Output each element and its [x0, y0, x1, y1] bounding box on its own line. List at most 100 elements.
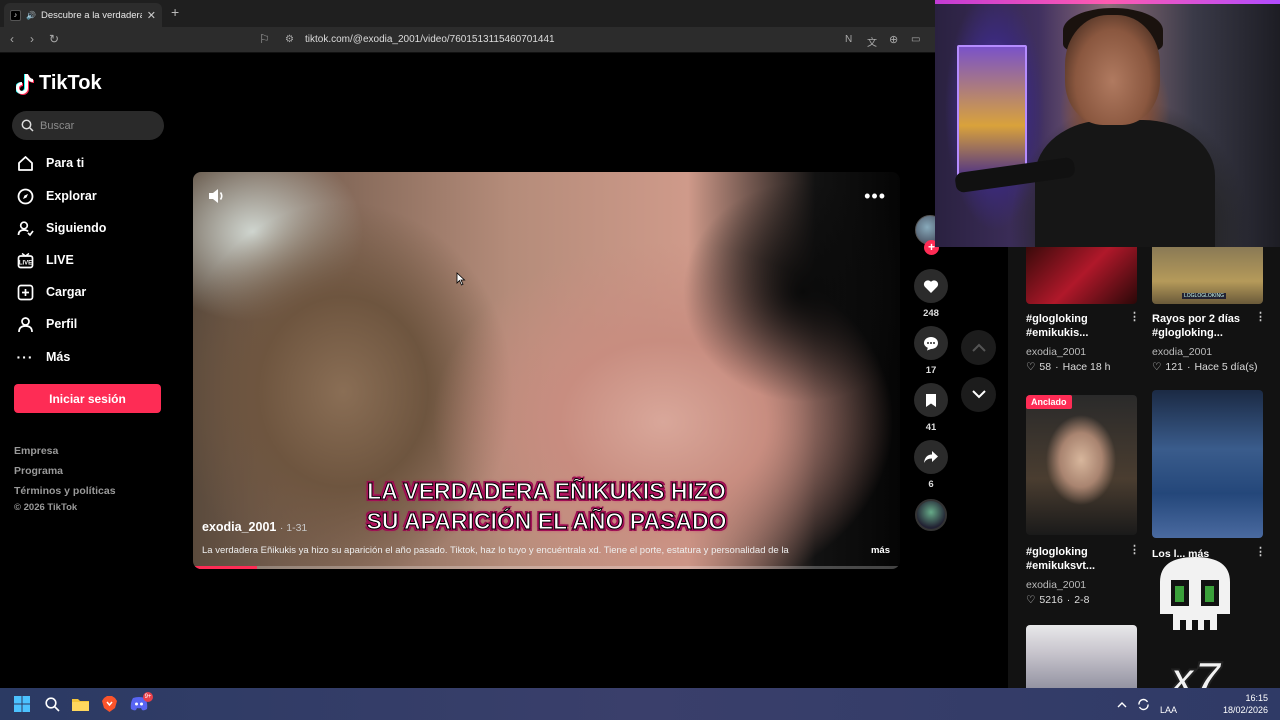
dot-separator: · [1186, 361, 1191, 373]
card-time: 2-8 [1074, 594, 1090, 606]
reload-icon[interactable]: ↻ [49, 32, 59, 46]
heart-outline-icon: ♡ [1026, 361, 1036, 373]
upload-icon [16, 283, 34, 301]
brand-name: TikTok [39, 72, 102, 94]
clock-date[interactable]: 18/02/2026 [1222, 705, 1268, 715]
nav-item-perfil[interactable]: Perfil [16, 315, 77, 333]
address-bar[interactable]: tiktok.com/@exodia_2001/video/7601513115… [305, 34, 555, 45]
video-author[interactable]: exodia_2001 · 1-31 [202, 520, 307, 534]
heart-icon [923, 279, 939, 293]
discord-icon[interactable]: 9+ [129, 692, 153, 714]
video-progress-bar[interactable] [193, 566, 900, 569]
speaker-icon: 🔊 [26, 10, 36, 20]
site-info-icon[interactable]: ⚙ [285, 34, 294, 45]
media-off-icon[interactable]: N [845, 34, 852, 45]
video-progress-fill [193, 566, 257, 569]
description-more-button[interactable]: más [871, 545, 890, 556]
video-date: · 1-31 [279, 522, 308, 534]
card-time: Hace 5 día(s) [1194, 361, 1258, 373]
browser-tab[interactable]: ♪ 🔊 Descubre a la verdadera Eñikukis ✕ [4, 3, 162, 27]
card-menu-icon[interactable]: ⋮ [1255, 310, 1266, 323]
brave-browser-icon[interactable] [99, 694, 119, 714]
card-author: exodia_2001 [1026, 579, 1087, 591]
share-icon [924, 451, 938, 463]
heart-outline-icon: ♡ [1152, 361, 1162, 373]
share-count: 6 [928, 479, 934, 490]
footer-link-empresa[interactable]: Empresa [14, 445, 58, 457]
footer-link-terminos[interactable]: Términos y políticas [14, 485, 116, 497]
comment-icon [924, 336, 938, 350]
nav-item-mas[interactable]: ··· Más [16, 348, 71, 366]
keyboard-language[interactable]: LAA [1160, 705, 1177, 715]
footer-copyright: © 2026 TikTok [14, 502, 78, 513]
clock-time[interactable]: 16:15 [1238, 693, 1268, 703]
skull-overlay-icon: x7 [1160, 557, 1230, 702]
compass-icon [16, 187, 34, 205]
previous-video-button[interactable] [961, 330, 996, 365]
streamer-body [1035, 120, 1215, 247]
author-name: exodia_2001 [202, 520, 277, 534]
nav-item-live[interactable]: LIVE LIVE [16, 251, 74, 269]
footer-link-programa[interactable]: Programa [14, 465, 63, 477]
login-button[interactable]: Iniciar sesión [14, 384, 161, 413]
comment-button[interactable] [914, 326, 948, 360]
thumb-watermark: LOGLOGLOKING [1182, 293, 1227, 299]
windows-start-icon[interactable] [12, 694, 32, 714]
discord-badge: 9+ [143, 692, 153, 702]
cast-icon[interactable]: ▭ [911, 34, 920, 45]
card-menu-icon[interactable]: ⋮ [1129, 543, 1140, 556]
dot-separator: · [1066, 594, 1071, 606]
chevron-down-icon [971, 390, 986, 399]
video-thumbnail [1026, 247, 1137, 304]
bookmark-icon[interactable]: ⚐ [259, 32, 270, 46]
save-count: 41 [925, 422, 937, 433]
like-button[interactable] [914, 269, 948, 303]
next-video-button[interactable] [961, 377, 996, 412]
back-icon[interactable]: ‹ [10, 32, 14, 46]
video-player[interactable]: ••• LA VERDADERA EÑIKUKIS HIZO SU APARIC… [193, 172, 900, 569]
browser-toolbar: ‹ › ↻ ⚐ ⚙ tiktok.com/@exodia_2001/video/… [0, 27, 935, 53]
card-likes: 58 [1039, 361, 1052, 373]
nav-item-cargar[interactable]: Cargar [16, 283, 86, 301]
chevron-up-icon [971, 343, 986, 352]
card-author: exodia_2001 [1152, 346, 1213, 358]
volume-icon[interactable] [208, 188, 226, 209]
svg-text:LIVE: LIVE [18, 260, 31, 266]
search-input[interactable]: Buscar [12, 111, 164, 140]
forward-icon[interactable]: › [30, 32, 34, 46]
card-time: Hace 18 h [1062, 361, 1111, 373]
more-icon: ··· [16, 349, 34, 365]
tray-chevron-up-icon[interactable] [1112, 694, 1132, 714]
screen: ♪ 🔊 Descubre a la verdadera Eñikukis ✕ +… [0, 0, 1280, 720]
file-explorer-icon[interactable] [70, 694, 90, 714]
profile-icon [16, 315, 34, 333]
search-icon[interactable] [42, 694, 62, 714]
sync-icon[interactable] [1133, 694, 1153, 714]
card-likes: 121 [1165, 361, 1183, 373]
card-title: Rayos por 2 días #glogloking... [1152, 313, 1241, 339]
zoom-icon[interactable]: ⊕ [889, 33, 898, 46]
streamer-head [1065, 15, 1160, 125]
card-title: #glogloking #emikukis... [1026, 313, 1089, 339]
video-thumbnail [1026, 625, 1137, 688]
save-button[interactable] [914, 383, 948, 417]
nav-item-explorar[interactable]: Explorar [16, 187, 97, 205]
nav-item-siguiendo[interactable]: Siguiendo [16, 219, 106, 237]
music-disc-icon[interactable] [915, 499, 947, 531]
card-menu-icon[interactable]: ⋮ [1255, 545, 1266, 558]
video-thumbnail: Anclado [1026, 395, 1137, 535]
translate-icon[interactable]: 文 [867, 34, 877, 49]
video-description: La verdadera Eñikukis ya hizo su aparici… [202, 545, 789, 556]
share-button[interactable] [914, 440, 948, 474]
tiktok-logo[interactable]: TikTok [16, 72, 102, 95]
nav-label: Perfil [46, 317, 78, 331]
card-menu-icon[interactable]: ⋮ [1129, 310, 1140, 323]
video-more-icon[interactable]: ••• [864, 186, 886, 207]
bookmark-icon [926, 393, 936, 407]
new-tab-button[interactable]: + [171, 4, 179, 20]
nav-item-para-ti[interactable]: Para ti [16, 154, 84, 172]
card-author: exodia_2001 [1026, 346, 1087, 358]
streamer-webcam [935, 0, 1280, 247]
close-tab-icon[interactable]: ✕ [147, 9, 156, 22]
like-count: 248 [923, 308, 939, 319]
